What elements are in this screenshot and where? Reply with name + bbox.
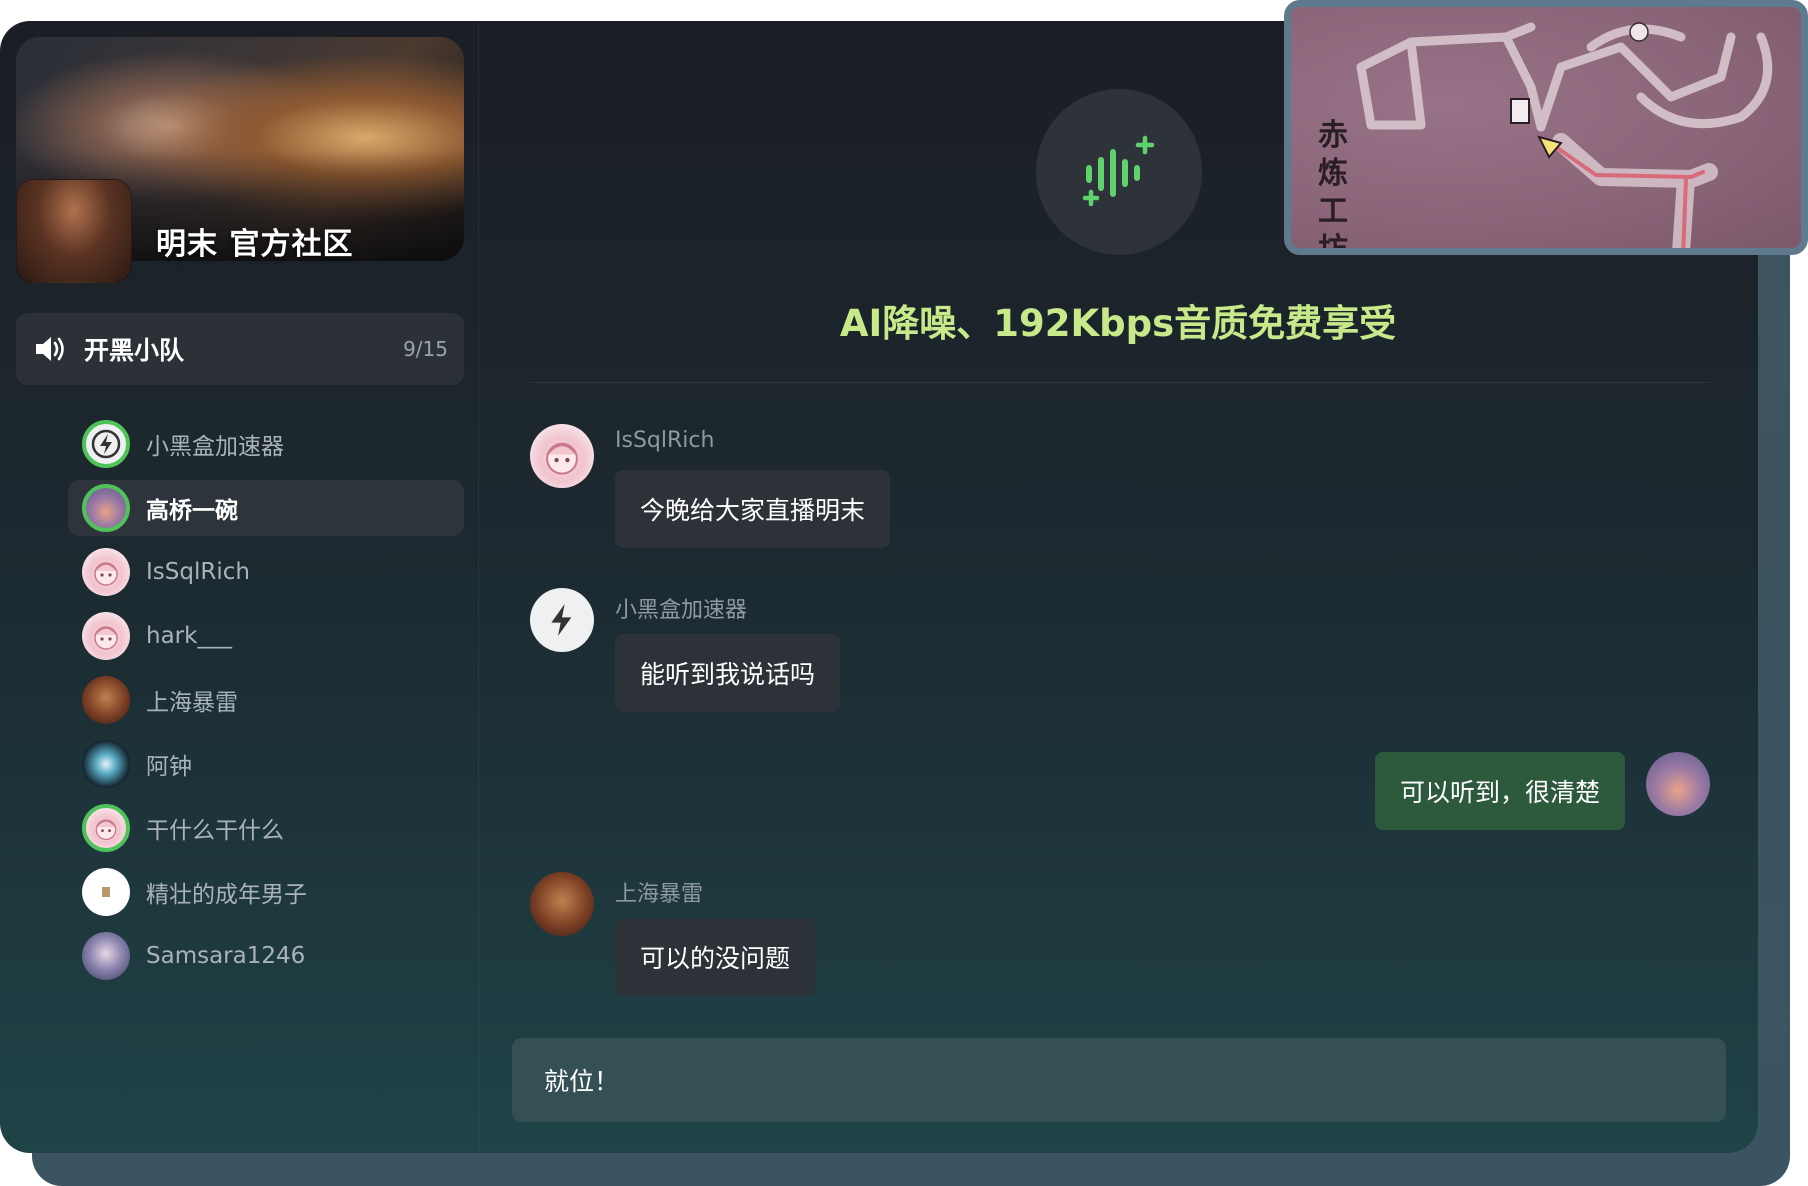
- member-item[interactable]: 高桥一碗: [68, 480, 464, 536]
- member-avatar: [82, 868, 130, 916]
- member-name: 干什么干什么: [146, 818, 284, 844]
- message-bubble[interactable]: 可以的没问题: [615, 918, 816, 996]
- member-name: hark___: [146, 623, 232, 649]
- chat-message: IsSqlRich 今晚给大家直播明末: [530, 424, 1130, 564]
- tiny-figure-icon: [102, 887, 110, 897]
- community-title: 明末 官方社区: [156, 227, 354, 262]
- member-avatar: [82, 612, 130, 660]
- sender-avatar[interactable]: [530, 872, 594, 936]
- member-avatar: [82, 484, 130, 532]
- member-avatar: [82, 804, 130, 852]
- message-bubble[interactable]: 今晚给大家直播明末: [615, 470, 891, 548]
- sender-avatar[interactable]: [530, 588, 594, 652]
- message-composer[interactable]: 就位！: [512, 1038, 1726, 1122]
- member-avatar: [82, 676, 130, 724]
- divider: [530, 382, 1710, 383]
- member-item[interactable]: Samsara1246: [68, 928, 464, 984]
- member-name: 小黑盒加速器: [146, 434, 284, 460]
- message-bubble-own[interactable]: 可以听到，很清楚: [1374, 752, 1625, 830]
- member-name: 高桥一碗: [146, 498, 238, 524]
- sidebar: 明末 官方社区 开黑小队 9/15 小黑盒加速器 高桥一碗 IsSqlRich …: [0, 21, 479, 1153]
- anime-face-icon: [95, 819, 117, 841]
- member-avatar: [82, 420, 130, 468]
- voice-channel-header[interactable]: 开黑小队 9/15: [16, 313, 464, 385]
- sender-name: IsSqlRich: [615, 428, 715, 453]
- anime-face-icon: [94, 562, 118, 586]
- chat-message: 上海暴雷 可以的没问题: [530, 872, 1130, 1012]
- member-item[interactable]: hark___: [68, 608, 464, 664]
- map-location-label: 赤 炼 工 坊: [1318, 118, 1348, 255]
- door-icon: [1510, 98, 1530, 124]
- member-item[interactable]: IsSqlRich: [68, 544, 464, 600]
- anime-face-icon: [546, 442, 578, 475]
- member-avatar: [82, 932, 130, 980]
- member-list: 小黑盒加速器 高桥一碗 IsSqlRich hark___ 上海暴雷 阿钟 干什…: [68, 416, 464, 992]
- member-avatar: [82, 740, 130, 788]
- channel-name: 开黑小队: [84, 336, 185, 365]
- member-item[interactable]: 阿钟: [68, 736, 464, 792]
- sender-avatar[interactable]: [530, 424, 594, 488]
- own-avatar[interactable]: [1646, 752, 1710, 816]
- anime-face-icon: [94, 626, 118, 650]
- chat-message: 小黑盒加速器 能听到我说话吗: [530, 588, 1130, 728]
- community-avatar[interactable]: [16, 179, 132, 283]
- member-item[interactable]: 上海暴雷: [68, 672, 464, 728]
- sender-name: 上海暴雷: [615, 882, 704, 907]
- member-name: 阿钟: [146, 754, 192, 780]
- npc-icon: [1629, 22, 1649, 42]
- member-avatar: [82, 548, 130, 596]
- ai-voice-logo: [1036, 89, 1202, 255]
- ai-voice-icon: [1082, 135, 1155, 207]
- composer-text[interactable]: 就位！: [544, 1062, 619, 1098]
- bolt-icon: [91, 429, 121, 459]
- member-item[interactable]: 精壮的成年男子: [68, 864, 464, 920]
- member-item[interactable]: 小黑盒加速器: [68, 416, 464, 472]
- member-name: Samsara1246: [146, 943, 306, 969]
- channel-member-count: 9/15: [403, 337, 448, 361]
- member-name: IsSqlRich: [146, 559, 250, 585]
- speaker-icon: [36, 337, 64, 361]
- sender-name: 小黑盒加速器: [615, 598, 748, 623]
- member-name: 上海暴雷: [146, 690, 238, 716]
- chat-message-own: 可以听到，很清楚: [1100, 752, 1710, 832]
- message-bubble[interactable]: 能听到我说话吗: [615, 634, 841, 712]
- bolt-icon: [551, 604, 572, 636]
- promo-text: AI降噪、192Kbps音质免费享受: [839, 302, 1397, 345]
- game-minimap[interactable]: 赤 炼 工 坊: [1284, 0, 1808, 255]
- member-item[interactable]: 干什么干什么: [68, 800, 464, 856]
- member-name: 精壮的成年男子: [146, 882, 307, 908]
- map-paths: [1356, 22, 1773, 248]
